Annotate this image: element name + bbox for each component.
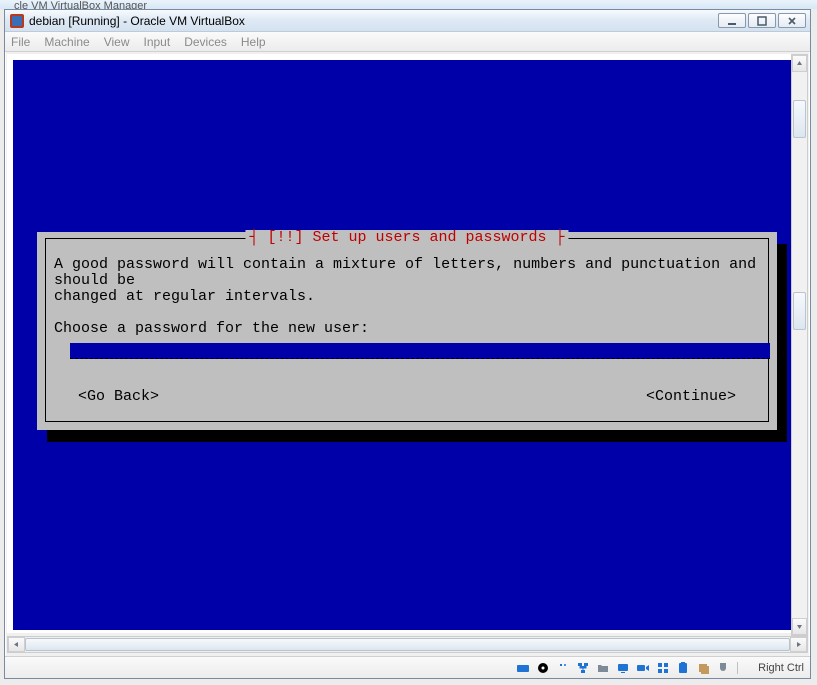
display-icon[interactable]	[615, 660, 631, 676]
installer-dialog: ┤ [!!] Set up users and passwords ├ A go…	[37, 232, 777, 430]
horizontal-scroll-thumb[interactable]	[25, 638, 790, 651]
menu-input[interactable]: Input	[144, 35, 171, 49]
audio-icon[interactable]	[655, 660, 671, 676]
host-key-indicator[interactable]: Right Ctrl	[737, 662, 804, 674]
vm-viewport: ┤ [!!] Set up users and passwords ├ A go…	[7, 54, 793, 633]
network-icon[interactable]	[575, 660, 591, 676]
dialog-body: A good password will contain a mixture o…	[54, 257, 760, 337]
password-input[interactable]	[70, 343, 770, 359]
optical-disk-icon[interactable]	[535, 660, 551, 676]
horizontal-scroll-track[interactable]	[25, 637, 790, 652]
menu-bar: File Machine View Input Devices Help	[5, 32, 810, 52]
menu-devices[interactable]: Devices	[184, 35, 227, 49]
dialog-frame: ┤ [!!] Set up users and passwords ├ A go…	[45, 238, 769, 422]
scroll-up-arrow[interactable]	[792, 55, 807, 72]
drag-drop-icon[interactable]	[695, 660, 711, 676]
scroll-left-arrow[interactable]	[8, 637, 25, 652]
dialog-title: ┤ [!!] Set up users and passwords ├	[245, 230, 568, 246]
window-titlebar[interactable]: debian [Running] - Oracle VM VirtualBox	[5, 10, 810, 32]
maximize-button[interactable]	[748, 13, 776, 28]
shared-folders-icon[interactable]	[595, 660, 611, 676]
horizontal-scrollbar[interactable]	[7, 636, 808, 653]
window-title: debian [Running] - Oracle VM VirtualBox	[29, 14, 718, 28]
virtualbox-vm-window: debian [Running] - Oracle VM VirtualBox …	[4, 9, 811, 679]
continue-button[interactable]: <Continue>	[646, 389, 736, 405]
usb-icon[interactable]	[555, 660, 571, 676]
host-key-label: Right Ctrl	[758, 662, 804, 674]
vertical-scroll-thumb-2[interactable]	[793, 292, 806, 330]
background-window-titlebar: cle VM VirtualBox Manager	[0, 0, 817, 9]
background-window-title: cle VM VirtualBox Manager	[14, 0, 147, 9]
menu-help[interactable]: Help	[241, 35, 266, 49]
vertical-scrollbar[interactable]	[791, 54, 808, 636]
menu-file[interactable]: File	[11, 35, 30, 49]
menu-machine[interactable]: Machine	[44, 35, 89, 49]
go-back-button[interactable]: <Go Back>	[78, 389, 159, 405]
hard-disk-icon[interactable]	[515, 660, 531, 676]
guest-screen[interactable]: ┤ [!!] Set up users and passwords ├ A go…	[13, 60, 791, 630]
vertical-scroll-track[interactable]	[792, 72, 807, 618]
vertical-scroll-thumb[interactable]	[793, 100, 806, 138]
clipboard-icon[interactable]	[675, 660, 691, 676]
scroll-down-arrow[interactable]	[792, 618, 807, 635]
scroll-right-arrow[interactable]	[790, 637, 807, 652]
window-control-buttons	[718, 13, 806, 28]
minimize-button[interactable]	[718, 13, 746, 28]
virtualbox-app-icon	[9, 13, 25, 29]
vm-status-bar: Right Ctrl	[5, 656, 810, 678]
menu-view[interactable]: View	[104, 35, 130, 49]
recording-icon[interactable]	[635, 660, 651, 676]
mouse-integration-icon[interactable]	[715, 660, 731, 676]
close-button[interactable]	[778, 13, 806, 28]
